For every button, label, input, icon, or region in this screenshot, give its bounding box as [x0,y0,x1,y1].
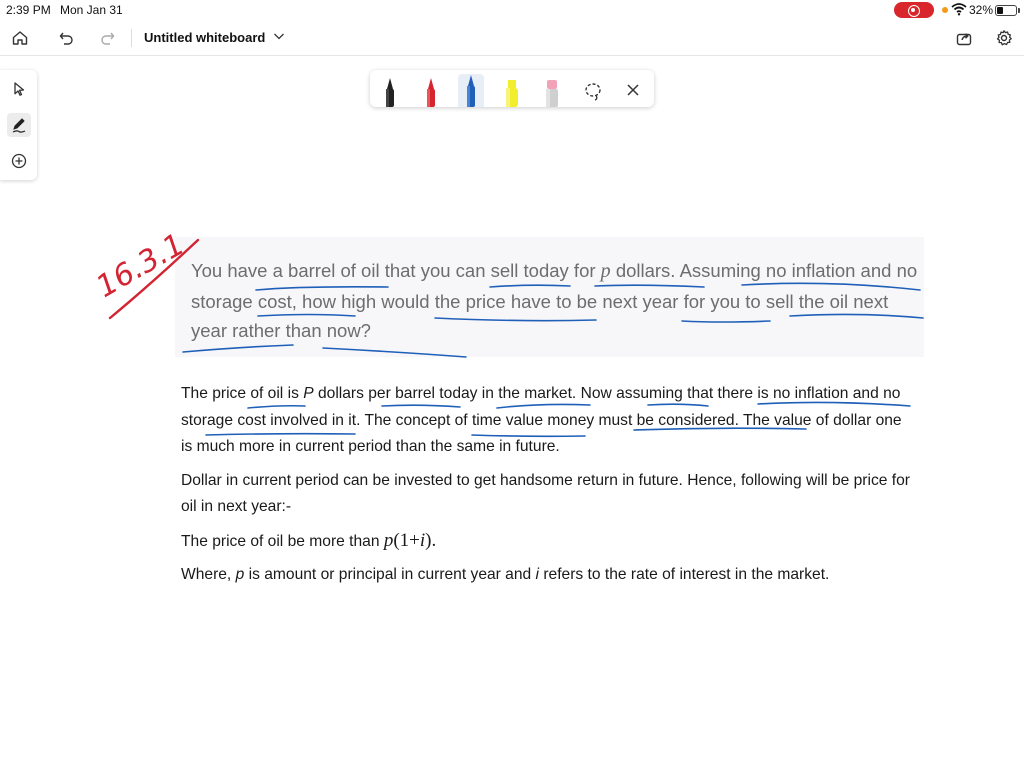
formula-one-plus: 1+ [399,529,420,551]
pen-toolbar [370,70,654,107]
redo-icon [101,32,115,45]
gear-icon [996,30,1012,46]
yellow-highlighter-button[interactable] [499,74,525,107]
add-icon [11,153,27,169]
formula: p(1+i). [384,530,436,551]
answer-variable-P: P [303,385,314,402]
question-variable-p: p [600,260,611,282]
formula-paren: ). [425,529,437,551]
redo-button[interactable] [95,26,119,50]
answer-text: The price of oil is P dollars per barrel… [181,381,911,596]
battery-percentage: 32% [969,3,994,17]
status-bar: 2:39 PM Mon Jan 31 32% [0,0,1024,20]
share-icon [956,33,972,46]
battery-cap [1018,8,1020,13]
black-pen-icon [386,78,394,107]
answer-text-part: Where, [181,566,232,583]
close-icon [627,84,639,96]
battery-fill [997,7,1004,14]
add-button[interactable] [7,149,31,173]
document-title[interactable]: Untitled whiteboard [144,30,265,45]
select-tool-button[interactable] [7,77,31,101]
question-text: You have a barrel of oil that you can se… [191,256,921,346]
answer-paragraph: The price of oil is P dollars per barrel… [181,381,911,461]
blue-pen-button[interactable] [458,74,484,107]
answer-text-part: The price of oil is [181,385,299,402]
lasso-icon [585,83,601,101]
status-time: 2:39 PM [6,3,51,17]
title-bar: Untitled whiteboard [0,20,1024,56]
red-pen-icon [427,78,435,107]
status-date: Mon Jan 31 [60,3,123,17]
answer-text-part: The price of oil be more than [181,532,380,550]
share-button[interactable] [952,26,976,50]
formula-p: p [383,529,394,551]
answer-variable-i: i [535,566,540,583]
highlighter-icon [506,80,518,107]
question-text-part: You have a barrel of oil that you can se… [191,260,596,281]
red-pen-button[interactable] [418,74,444,107]
black-pen-button[interactable] [377,74,403,107]
answer-text-part: is amount or principal in current year a… [248,566,532,583]
answer-paragraph: The price of oil be more than p(1+i). [181,528,911,556]
eraser-button[interactable] [539,74,565,107]
undo-button[interactable] [55,26,79,50]
lasso-button[interactable] [580,74,606,107]
home-icon [12,31,28,45]
pen-icon [12,118,26,133]
undo-icon [59,32,73,45]
eraser-icon [546,80,558,107]
battery-icon [995,5,1017,16]
answer-paragraph: Where, p is amount or principal in curre… [181,562,911,589]
left-toolbar [0,70,37,180]
toolbar-separator [131,29,132,47]
select-arrow-icon [14,82,25,96]
chevron-down-icon[interactable] [272,29,286,43]
settings-button[interactable] [992,26,1016,50]
home-button[interactable] [8,26,32,50]
answer-text-part: refers to the rate of interest in the ma… [543,566,830,583]
close-toolbar-button[interactable] [620,74,646,107]
answer-paragraph: Dollar in current period can be invested… [181,471,910,516]
blue-pen-icon [467,75,475,107]
wifi-icon [951,3,967,16]
mic-indicator-icon [942,7,948,13]
screen-recording-icon[interactable] [894,2,934,18]
pen-tool-button[interactable] [7,113,31,137]
answer-variable-p: p [235,566,245,583]
